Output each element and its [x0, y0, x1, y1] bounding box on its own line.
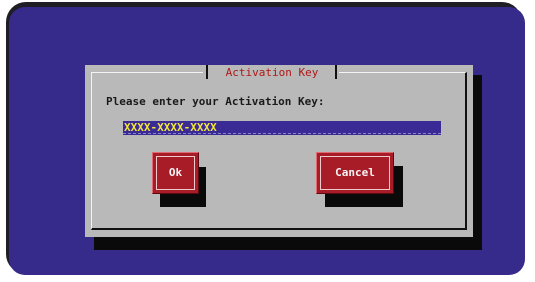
- cancel-button-focus-ring: Cancel: [320, 156, 390, 190]
- cancel-button-label: Cancel: [335, 166, 375, 179]
- cancel-button[interactable]: Cancel: [316, 152, 394, 194]
- ok-button[interactable]: Ok: [152, 152, 199, 194]
- activation-key-prompt: Please enter your Activation Key:: [106, 95, 325, 108]
- ok-button-label: Ok: [168, 166, 183, 179]
- installer-screen: Activation Key Please enter your Activat…: [9, 7, 525, 275]
- dialog-title: Activation Key: [225, 66, 319, 79]
- title-right-bracket: [335, 65, 337, 79]
- activation-key-input[interactable]: XXXX-XXXX-XXXX: [123, 121, 441, 135]
- activation-key-value: XXXX-XXXX-XXXX: [124, 121, 217, 134]
- ok-button-focus-ring: Ok: [156, 156, 195, 190]
- title-left-bracket: [206, 65, 208, 79]
- activation-key-dialog: Activation Key Please enter your Activat…: [85, 65, 473, 237]
